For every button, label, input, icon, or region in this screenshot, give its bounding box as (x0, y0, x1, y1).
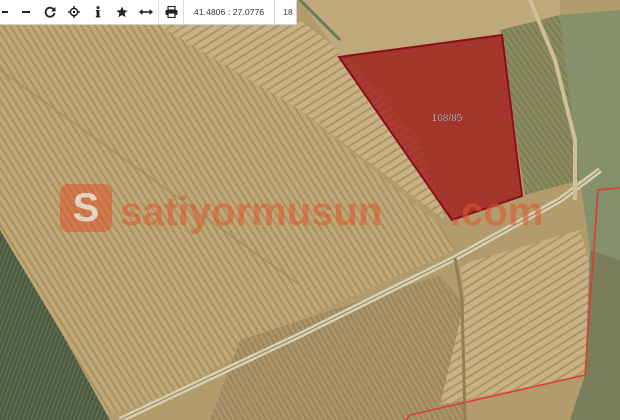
zoom-in-icon (2, 7, 12, 17)
refresh-icon (44, 6, 56, 18)
watermark: S satiyormusun .com (60, 184, 543, 234)
map-canvas[interactable]: 108/85 S satiyormusun .com (0, 0, 620, 420)
watermark-domain: .com (450, 190, 543, 234)
zoom-out-icon (21, 7, 31, 17)
refresh-button[interactable] (38, 0, 62, 24)
map-view[interactable]: 108/85 S satiyormusun .com (0, 0, 620, 420)
zoom-level-readout: 18 (283, 7, 293, 17)
measure-icon (139, 7, 153, 17)
info-button[interactable] (86, 0, 110, 24)
locate-icon (68, 6, 80, 18)
measure-button[interactable] (134, 0, 158, 24)
info-icon (95, 6, 101, 18)
favorite-button[interactable] (110, 0, 134, 24)
zoom-out-button[interactable] (14, 0, 38, 24)
zoom-in-button[interactable] (0, 0, 14, 24)
coordinates-readout: 41.4806 : 27.0776 (194, 7, 265, 17)
parcel-label: 108/85 (432, 113, 463, 124)
svg-text:S: S (73, 186, 100, 230)
print-button[interactable] (159, 0, 183, 24)
print-icon (165, 6, 178, 18)
map-toolbar: 41.4806 : 27.0776 18 (0, 0, 297, 25)
star-icon (116, 6, 128, 18)
watermark-text: satiyormusun (120, 190, 382, 234)
locate-button[interactable] (62, 0, 86, 24)
